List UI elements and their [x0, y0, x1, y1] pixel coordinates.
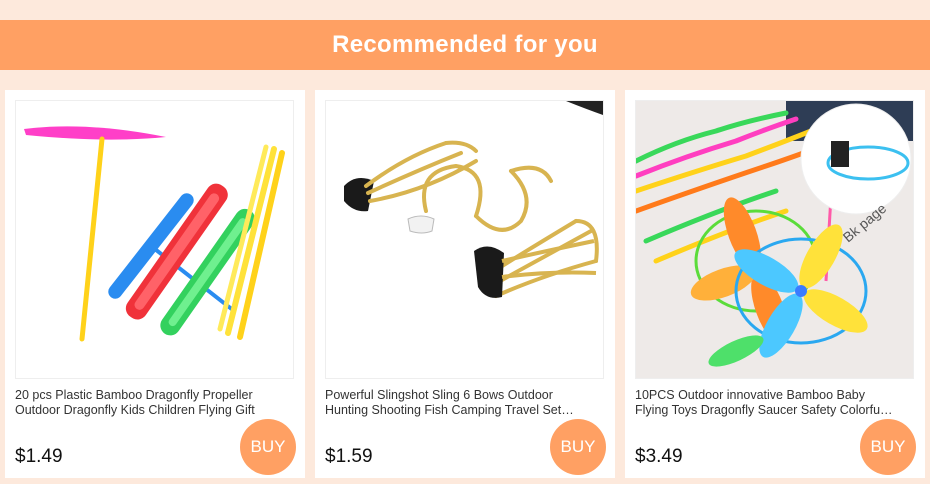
buy-button[interactable]: BUY [860, 419, 916, 475]
product-grid: 20 pcs Plastic Bamboo Dragonfly Propelle… [5, 90, 925, 478]
product-card[interactable]: 20 pcs Plastic Bamboo Dragonfly Propelle… [5, 90, 305, 478]
product-card[interactable]: Bk page 10PCS Outdoor innovative Bamboo … [625, 90, 925, 478]
product-title[interactable]: 20 pcs Plastic Bamboo Dragonfly Propelle… [15, 388, 275, 418]
buy-button[interactable]: BUY [550, 419, 606, 475]
slingshot-image [326, 101, 603, 378]
product-price: $1.59 [325, 446, 373, 467]
recommended-banner: Recommended for you [0, 20, 930, 70]
product-title[interactable]: Powerful Slingshot Sling 6 Bows Outdoor … [325, 388, 585, 418]
product-image[interactable]: Bk page [635, 100, 914, 379]
product-price: $3.49 [635, 446, 683, 467]
product-title[interactable]: 10PCS Outdoor innovative Bamboo Baby Fly… [635, 388, 895, 418]
product-price: $1.49 [15, 446, 63, 467]
section-title: Recommended for you [332, 31, 598, 58]
flying-saucer-image: Bk page [636, 101, 913, 378]
bamboo-dragonfly-image [16, 101, 293, 378]
product-card[interactable]: Powerful Slingshot Sling 6 Bows Outdoor … [315, 90, 615, 478]
product-image[interactable] [325, 100, 604, 379]
product-image[interactable] [15, 100, 294, 379]
buy-button[interactable]: BUY [240, 419, 296, 475]
